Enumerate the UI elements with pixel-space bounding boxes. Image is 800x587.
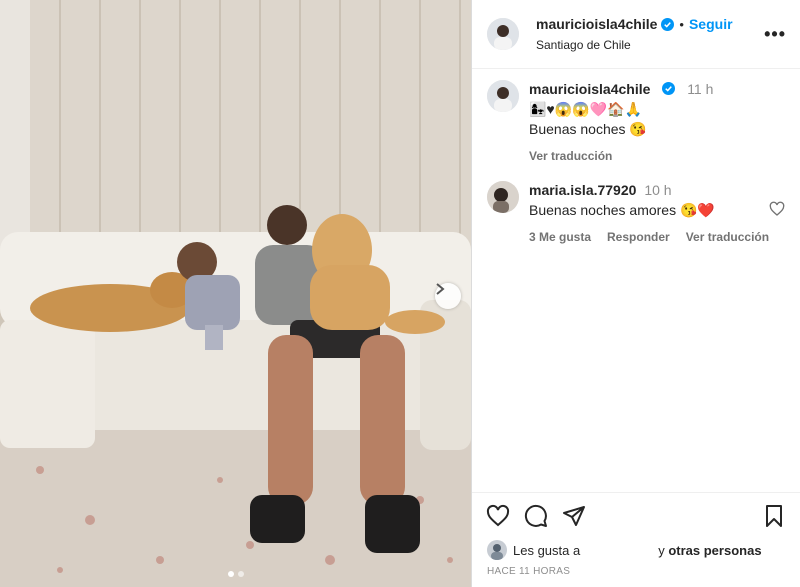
comment-heart-icon[interactable] bbox=[769, 201, 785, 217]
likes-prefix: Les gusta a bbox=[513, 542, 581, 558]
comment-time: 10 h bbox=[644, 182, 672, 198]
next-photo-button[interactable] bbox=[435, 283, 461, 309]
commenter-avatar[interactable] bbox=[487, 181, 519, 213]
like-button[interactable] bbox=[486, 504, 510, 528]
verified-icon bbox=[661, 17, 675, 31]
share-icon bbox=[563, 506, 585, 526]
author-username[interactable]: mauricioisla4chile bbox=[536, 16, 657, 32]
reply-button[interactable]: Responder bbox=[607, 230, 670, 244]
avatar-image bbox=[487, 80, 519, 112]
likes-and: y bbox=[658, 542, 665, 558]
likes-others-link[interactable]: otras personas bbox=[668, 543, 761, 558]
heart-icon bbox=[486, 504, 510, 527]
likes-summary: Les gusta a y otras personas bbox=[472, 539, 800, 561]
author-avatar[interactable] bbox=[487, 18, 519, 50]
caption-time: 11 h bbox=[687, 81, 714, 97]
carousel-dots bbox=[0, 571, 471, 577]
bookmark-icon bbox=[766, 505, 782, 527]
post-side-panel: mauricioisla4chile • Seguir Santiago de … bbox=[471, 0, 800, 587]
chevron-right-icon bbox=[436, 283, 445, 295]
comment-translate-link[interactable]: Ver traducción bbox=[686, 230, 769, 244]
save-button[interactable] bbox=[762, 504, 786, 528]
post-header: mauricioisla4chile • Seguir Santiago de … bbox=[472, 0, 800, 69]
comment-likes-count[interactable]: 3 Me gusta bbox=[529, 230, 591, 244]
avatar-image bbox=[487, 540, 507, 560]
carousel-dot bbox=[237, 571, 244, 577]
caption-username[interactable]: mauricioisla4chile bbox=[529, 81, 650, 97]
follow-button[interactable]: Seguir bbox=[689, 16, 733, 32]
post-location[interactable]: Santiago de Chile bbox=[536, 38, 764, 52]
comment-button[interactable] bbox=[524, 504, 548, 528]
separator-dot: • bbox=[679, 16, 684, 32]
post-caption: mauricioisla4chile 11 h 👩‍👧♥😱😱🩷🏠🙏 Buenas… bbox=[487, 80, 785, 163]
carousel-dot bbox=[227, 571, 234, 577]
avatar-image bbox=[487, 18, 519, 50]
liker-name-redacted bbox=[580, 543, 658, 557]
comment-text: Buenas noches amores 😘❤️ bbox=[529, 202, 715, 218]
post-actions-bar bbox=[472, 492, 800, 539]
caption-avatar[interactable] bbox=[487, 80, 519, 112]
share-button[interactable] bbox=[562, 504, 586, 528]
photo-illustration bbox=[0, 0, 471, 587]
post-timestamp[interactable]: HACE 11 HORAS bbox=[472, 561, 800, 587]
comment-icon bbox=[524, 504, 547, 527]
commenter-username[interactable]: maria.isla.77920 bbox=[529, 182, 636, 198]
comment-item: maria.isla.77920 10 h Buenas noches amor… bbox=[487, 181, 785, 244]
liker-avatar[interactable] bbox=[487, 540, 507, 560]
more-options-icon[interactable]: ••• bbox=[764, 24, 786, 45]
caption-text: Buenas noches 😘 bbox=[529, 121, 647, 137]
verified-icon bbox=[662, 82, 676, 95]
caption-emojis: 👩‍👧♥😱😱🩷🏠🙏 bbox=[529, 101, 642, 117]
post-photo[interactable] bbox=[0, 0, 471, 587]
instagram-post: mauricioisla4chile • Seguir Santiago de … bbox=[0, 0, 800, 587]
caption-translate-link[interactable]: Ver traducción bbox=[529, 149, 612, 163]
comments-list: mauricioisla4chile 11 h 👩‍👧♥😱😱🩷🏠🙏 Buenas… bbox=[472, 69, 800, 492]
avatar-image bbox=[487, 181, 519, 213]
